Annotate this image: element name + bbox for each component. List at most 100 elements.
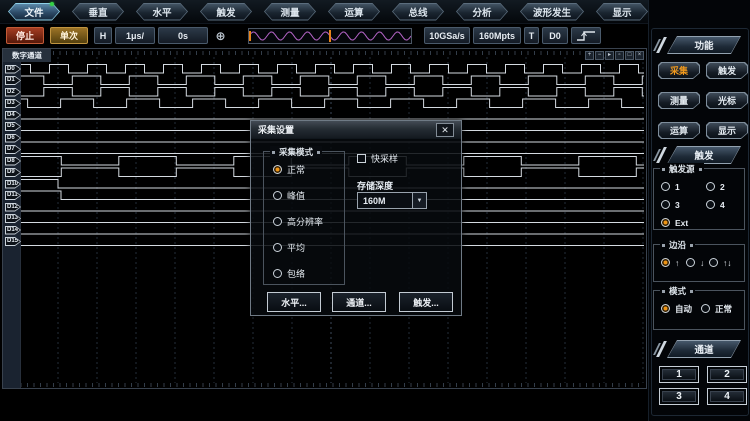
trigger-mode-option-自动[interactable]: 自动: [661, 303, 692, 314]
channel-tag-label: D6: [6, 135, 20, 142]
trigger-source-option-2[interactable]: 2: [706, 181, 725, 192]
zoom-icon[interactable]: ⊕: [212, 27, 229, 44]
channel-tag-label: D14: [6, 227, 20, 234]
menu-item-运算[interactable]: 运算: [328, 3, 380, 21]
channel-tag-D3[interactable]: D3: [5, 99, 21, 108]
menu-item-触发[interactable]: 触发: [200, 3, 252, 21]
radio-indicator: [273, 269, 282, 278]
window-control-button-1[interactable]: −: [595, 51, 604, 60]
channel-tag-D15[interactable]: D15: [5, 237, 21, 246]
channel-tag-D8[interactable]: D8: [5, 157, 21, 166]
menu-item-label: 垂直: [73, 4, 123, 20]
menu-item-测量[interactable]: 测量: [264, 3, 316, 21]
trace-D1: [21, 76, 644, 85]
menu-item-文件[interactable]: 文件: [8, 3, 60, 21]
groupbox-legend: 触发源: [660, 163, 704, 175]
function-button-显示[interactable]: 显示: [706, 122, 748, 139]
trigger-edge-option-1[interactable]: ↓: [686, 257, 704, 268]
timebase-button[interactable]: 1μs/: [115, 27, 155, 44]
channel-tag-D13[interactable]: D13: [5, 214, 21, 223]
memory-depth-button[interactable]: 160Mpts: [473, 27, 521, 44]
trigger-source-option-Ext[interactable]: Ext: [661, 217, 688, 228]
channel-tag-D10[interactable]: D10: [5, 180, 21, 189]
trigger-edge-option-2[interactable]: ↑↓: [709, 257, 732, 268]
window-control-button-0[interactable]: +: [585, 51, 594, 60]
channel-button-3[interactable]: 3: [659, 388, 699, 405]
trigger-source-button[interactable]: D0: [542, 27, 568, 44]
single-button[interactable]: 单次: [50, 27, 88, 44]
dialog-button-触发[interactable]: 触发...: [399, 292, 453, 312]
trigger-mode-option-正常[interactable]: 正常: [701, 303, 732, 314]
dialog-titlebar[interactable]: 采集设置 ✕: [251, 121, 461, 139]
window-controls: +−▸▫□×: [585, 51, 644, 60]
radio-indicator: [273, 165, 282, 174]
channel-tag-label: D3: [6, 100, 20, 107]
digital-channels-tab[interactable]: 数字通道: [3, 49, 51, 62]
radio-indicator: [706, 182, 715, 191]
channel-tag-D5[interactable]: D5: [5, 122, 21, 131]
channel-tag-D9[interactable]: D9: [5, 168, 21, 177]
window-control-button-2[interactable]: ▸: [605, 51, 614, 60]
channel-tag-D7[interactable]: D7: [5, 145, 21, 154]
radio-option-包络[interactable]: 包络: [273, 268, 305, 279]
menu-item-总线[interactable]: 总线: [392, 3, 444, 21]
channel-tag-D1[interactable]: D1: [5, 76, 21, 85]
channel-tag-D12[interactable]: D12: [5, 203, 21, 212]
channel-tag-D6[interactable]: D6: [5, 134, 21, 143]
trigger-t-button[interactable]: T: [524, 27, 539, 44]
function-button-光标[interactable]: 光标: [706, 92, 748, 109]
waveform-preview[interactable]: [248, 28, 412, 44]
function-button-测量[interactable]: 测量: [658, 92, 700, 109]
channel-button-4[interactable]: 4: [707, 388, 747, 405]
memory-depth-label: 存储深度: [357, 179, 393, 192]
function-button-运算[interactable]: 运算: [658, 122, 700, 139]
radio-label: 2: [720, 182, 725, 192]
radio-indicator: [661, 304, 670, 313]
channel-tag-D2[interactable]: D2: [5, 88, 21, 97]
dialog-title-text: 采集设置: [258, 123, 294, 136]
sample-rate-button[interactable]: 10GSa/s: [424, 27, 470, 44]
radio-option-平均[interactable]: 平均: [273, 242, 305, 253]
stop-button[interactable]: 停止: [6, 27, 44, 44]
function-button-触发[interactable]: 触发: [706, 62, 748, 79]
function-button-采集[interactable]: 采集: [658, 62, 700, 79]
window-control-button-3[interactable]: ▫: [615, 51, 624, 60]
horizontal-offset-button[interactable]: 0s: [158, 27, 208, 44]
channel-tag-label: D10: [6, 181, 20, 188]
channel-tag-label: D5: [6, 123, 20, 130]
window-control-button-4[interactable]: □: [625, 51, 634, 60]
trigger-source-option-4[interactable]: 4: [706, 199, 725, 210]
menu-item-显示[interactable]: 显示: [596, 3, 648, 21]
window-control-button-5[interactable]: ×: [635, 51, 644, 60]
function-button-label: 光标: [707, 93, 747, 108]
radio-option-高分辨率[interactable]: 高分辨率: [273, 216, 323, 227]
radio-indicator: [709, 258, 718, 267]
menu-item-垂直[interactable]: 垂直: [72, 3, 124, 21]
menu-item-分析[interactable]: 分析: [456, 3, 508, 21]
channel-tag-D11[interactable]: D11: [5, 191, 21, 200]
radio-label: 正常: [715, 303, 732, 315]
radio-option-峰值[interactable]: 峰值: [273, 190, 305, 201]
channel-tag-D0[interactable]: D0: [5, 65, 21, 74]
trigger-source-option-3[interactable]: 3: [661, 199, 680, 210]
dialog-button-水平[interactable]: 水平...: [267, 292, 321, 312]
menu-item-label: 总线: [393, 4, 443, 20]
channel-tag-D14[interactable]: D14: [5, 226, 21, 235]
section-header-trigger: 触发: [667, 146, 741, 164]
channel-tag-label: D0: [6, 66, 20, 73]
trigger-source-option-1[interactable]: 1: [661, 181, 680, 192]
fast-sample-checkbox[interactable]: 快采样: [357, 153, 398, 164]
radio-indicator: [661, 182, 670, 191]
channel-tag-D4[interactable]: D4: [5, 111, 21, 120]
menu-item-波形发生[interactable]: 波形发生: [520, 3, 584, 21]
memory-depth-select[interactable]: 160M ▼: [357, 192, 427, 209]
dialog-button-通道[interactable]: 通道...: [332, 292, 386, 312]
channel-button-1[interactable]: 1: [659, 366, 699, 383]
menu-item-水平[interactable]: 水平: [136, 3, 188, 21]
trigger-edge-option-0[interactable]: ↑: [661, 257, 679, 268]
close-icon[interactable]: ✕: [436, 123, 454, 137]
channel-button-2[interactable]: 2: [707, 366, 747, 383]
radio-option-正常[interactable]: 正常: [273, 164, 305, 175]
trigger-slope-button[interactable]: [571, 27, 601, 44]
horizontal-button[interactable]: H: [94, 27, 112, 44]
